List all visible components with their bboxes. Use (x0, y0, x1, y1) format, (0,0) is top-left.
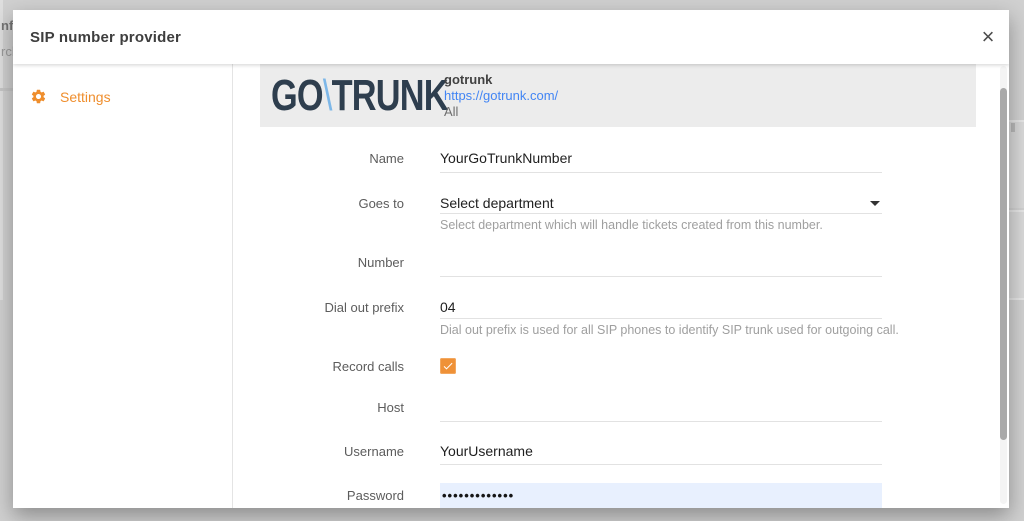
logo-slash: \ (322, 70, 333, 120)
provider-url-link[interactable]: https://gotrunk.com/ (444, 88, 558, 104)
chevron-down-icon (870, 201, 880, 206)
username-input[interactable]: YourUsername (440, 443, 882, 459)
sip-number-provider-dialog: SIP number provider × Settings GO\TRUNK (13, 10, 1009, 508)
name-input-underline (440, 172, 882, 173)
password-field-label: Password (346, 488, 404, 503)
host-field-label: Host (377, 400, 404, 415)
dial-out-prefix-input[interactable]: 04 (440, 299, 882, 315)
dialog-titlebar: SIP number provider × (13, 10, 1009, 64)
backdrop-row (1009, 212, 1024, 298)
username-input-underline (440, 464, 882, 465)
dialog-title: SIP number provider (30, 28, 182, 46)
logo-go: GO (271, 70, 324, 120)
username-field-label: Username (344, 444, 404, 459)
host-input-underline (440, 421, 882, 422)
sidebar-item-label: Settings (60, 88, 111, 105)
goes-to-selected-value: Select department (440, 195, 554, 211)
gear-icon (31, 89, 46, 104)
provider-visibility: All (444, 103, 459, 119)
number-input-underline (440, 276, 882, 277)
number-field-label: Number (357, 255, 404, 270)
goes-to-field-label: Goes to (358, 196, 404, 211)
backdrop-sort-icon (1011, 123, 1015, 132)
goes-to-select-underline (440, 213, 882, 214)
close-button[interactable]: × (973, 22, 1003, 52)
dialog-body: Settings GO\TRUNK gotrunk https://gotrun… (13, 64, 1009, 508)
name-input[interactable]: YourGoTrunkNumber (440, 150, 882, 166)
dial-out-prefix-input-underline (440, 318, 882, 319)
record-calls-checkbox[interactable] (440, 358, 456, 374)
record-calls-field-label: Record calls (332, 359, 404, 374)
dial-out-prefix-helper-text: Dial out prefix is used for all SIP phon… (440, 323, 899, 337)
provider-info: gotrunk https://gotrunk.com/ All (444, 72, 558, 120)
check-icon (443, 362, 453, 370)
screen: nfig rch SIP number provider × Settings (0, 0, 1024, 521)
sidebar-item-settings[interactable]: Settings (13, 88, 232, 105)
backdrop-row (1009, 122, 1024, 208)
logo-trunk: TRUNK (331, 70, 449, 120)
password-masked-value: ••••••••••••• (442, 488, 515, 503)
name-field-label: Name (369, 151, 404, 166)
goes-to-select[interactable]: Select department (440, 195, 882, 211)
scrollbar-thumb[interactable] (1000, 88, 1007, 440)
dialog-sidebar: Settings (13, 64, 233, 508)
provider-name: gotrunk (444, 71, 493, 87)
dialog-content: GO\TRUNK gotrunk https://gotrunk.com/ Al… (233, 64, 1009, 508)
gotrunk-logo: GO\TRUNK (271, 70, 449, 121)
dial-out-prefix-field-label: Dial out prefix (324, 300, 404, 315)
backdrop-divider (0, 88, 13, 91)
goes-to-helper-text: Select department which will handle tick… (440, 218, 823, 232)
password-input[interactable]: ••••••••••••• (440, 483, 882, 508)
backdrop-row-line (1009, 298, 1024, 300)
close-icon: × (981, 24, 995, 49)
provider-header: GO\TRUNK gotrunk https://gotrunk.com/ Al… (260, 64, 976, 127)
